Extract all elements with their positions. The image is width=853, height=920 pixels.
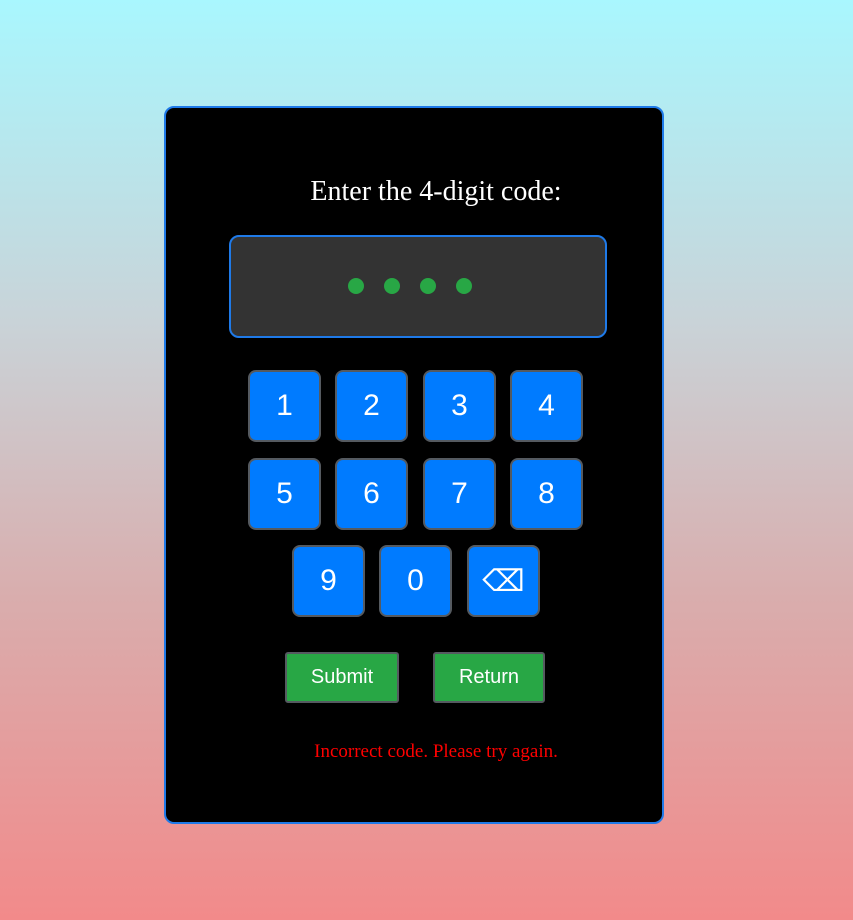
code-prompt-title: Enter the 4-digit code: [310,176,562,207]
key-7-button[interactable]: 7 [423,458,496,530]
code-display [229,235,607,338]
key-3-button[interactable]: 3 [423,370,496,442]
code-dot [420,278,436,294]
key-2-button[interactable]: 2 [335,370,408,442]
key-5-button[interactable]: 5 [248,458,321,530]
key-4-button[interactable]: 4 [510,370,583,442]
code-dot [456,278,472,294]
code-dot [384,278,400,294]
key-6-button[interactable]: 6 [335,458,408,530]
code-entry-panel: Enter the 4-digit code: 1 2 3 4 5 6 7 8 … [164,106,664,824]
backspace-icon: ⌫ [482,564,525,598]
code-dot [348,278,364,294]
return-button[interactable]: Return [433,652,545,703]
error-message: Incorrect code. Please try again. [314,741,558,762]
key-9-button[interactable]: 9 [292,545,365,617]
submit-button[interactable]: Submit [285,652,399,703]
key-8-button[interactable]: 8 [510,458,583,530]
key-0-button[interactable]: 0 [379,545,452,617]
backspace-button[interactable]: ⌫ [467,545,540,617]
key-1-button[interactable]: 1 [248,370,321,442]
